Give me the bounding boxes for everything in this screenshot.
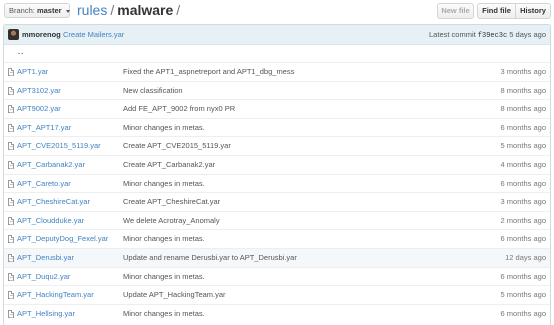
file-age: 6 months ago — [500, 178, 546, 188]
file-row[interactable]: APT_CVE2015_5119.yar Create APT_CVE2015_5… — [4, 136, 550, 155]
file-commit-message[interactable]: Create APT_CVE2015_5119.yar — [123, 137, 231, 155]
file-commit-message[interactable]: Minor changes in metas. — [123, 119, 205, 137]
file-commit-message[interactable]: New classification — [123, 82, 183, 100]
new-file-button[interactable]: New file — [437, 3, 474, 19]
file-name-link[interactable]: APT_CheshireCat.yar — [17, 193, 90, 211]
commit-message[interactable]: Create Mailers.yar — [63, 25, 124, 45]
file-name-link[interactable]: APT1.yar — [17, 63, 48, 81]
file-age: 6 months ago — [500, 122, 546, 132]
file-name-link[interactable]: APT_Carbanak2.yar — [17, 156, 85, 174]
file-name-link[interactable]: APT_APT17.yar — [17, 119, 71, 137]
file-row[interactable]: APT9002.yar Add FE_APT_9002 from nyx0 PR 8… — [4, 99, 550, 118]
breadcrumb-current: malware — [117, 2, 174, 18]
file-icon — [8, 291, 14, 300]
file-commit-message[interactable]: Update and rename Derusbi.yar to APT_Der… — [123, 249, 297, 267]
file-icon — [8, 235, 14, 244]
file-row[interactable]: APT_Careto.yar Minor changes in metas. 6 m… — [4, 173, 550, 193]
file-age: 2 months ago — [500, 215, 546, 225]
find-file-button[interactable]: Find file — [477, 3, 516, 19]
file-icon — [8, 68, 14, 76]
file-commit-message[interactable]: Update APT_HackingTeam.yar — [123, 286, 226, 304]
file-age: 6 months ago — [500, 234, 546, 244]
file-age: 6 months ago — [500, 308, 546, 318]
file-icon — [8, 123, 14, 132]
latest-commit-bar: mmorenog Create Mailers.yar Latest commi… — [4, 25, 550, 45]
file-row[interactable]: APT_CheshireCat.yar Create APT_CheshireCa… — [4, 192, 550, 211]
chevron-down-icon — [65, 9, 70, 13]
file-commit-message[interactable]: Minor changes in metas. — [123, 230, 205, 248]
commit-author[interactable]: mmorenog — [22, 25, 61, 45]
file-commit-message[interactable]: Minor changes in metas. — [123, 175, 205, 193]
file-list: mmorenog Create Mailers.yar Latest commi… — [3, 24, 551, 325]
file-age: 8 months ago — [500, 85, 546, 95]
latest-commit-label: Latest commit — [429, 30, 476, 39]
file-row[interactable]: APT_Derusbi.yar Update and rename Derusbi… — [4, 247, 550, 267]
commit-age: 5 days ago — [509, 30, 546, 39]
file-name-link[interactable]: APT9002.yar — [17, 100, 61, 118]
file-icon — [8, 216, 14, 225]
file-icon — [8, 198, 14, 207]
file-row[interactable]: APT_HackingTeam.yar Update APT_HackingTea… — [4, 285, 550, 304]
file-commit-message[interactable]: Minor changes in metas. — [123, 305, 205, 323]
file-name-link[interactable]: APT_Careto.yar — [17, 175, 71, 193]
file-rows: APT1.yar Fixed the APT1_aspnetreport and … — [4, 62, 550, 322]
file-icon — [8, 160, 14, 169]
file-age: 4 months ago — [500, 159, 546, 169]
file-row[interactable]: APT1.yar Fixed the APT1_aspnetreport and … — [4, 62, 550, 81]
file-age: 5 months ago — [500, 290, 546, 300]
file-age: 6 months ago — [500, 271, 546, 281]
file-row[interactable]: APT_Cloudduke.yar We delete Acrotray_Anom… — [4, 210, 550, 230]
file-commit-message[interactable]: Minor changes in metas. — [123, 268, 205, 286]
parent-directory-row[interactable]: .. — [4, 45, 550, 62]
avatar[interactable] — [8, 29, 19, 40]
file-navigation: Branch: master rules / malware / New file F… — [0, 0, 554, 22]
file-name-link[interactable]: APT_HackingTeam.yar — [17, 286, 94, 304]
file-icon — [8, 105, 14, 114]
latest-commit-info: Latest commit f39ec3c 5 days ago — [429, 25, 546, 46]
file-icon — [8, 272, 14, 281]
file-age: 12 days ago — [505, 252, 546, 262]
file-row[interactable]: APT_Hellsing.yar Minor changes in metas. 6… — [4, 303, 550, 323]
branch-select-button[interactable]: Branch: master — [4, 3, 70, 18]
breadcrumb-separator: / — [110, 2, 115, 18]
file-row[interactable]: APT_DeputyDog_Fexel.yar Minor changes in … — [4, 229, 550, 248]
file-name-link[interactable]: APT3102.yar — [17, 82, 61, 100]
file-icon — [8, 309, 14, 318]
branch-prefix: Branch: — [9, 6, 35, 15]
file-commit-message[interactable]: Fixed the APT1_aspnetreport and APT1_dbg… — [123, 63, 294, 81]
file-commit-message[interactable]: Create APT_Carbanak2.yar — [123, 156, 215, 174]
breadcrumb: rules / malware / — [77, 1, 183, 19]
file-age: 3 months ago — [500, 197, 546, 207]
branch-name: master — [36, 6, 62, 15]
file-icon — [8, 86, 14, 95]
file-name-link[interactable]: APT_DeputyDog_Fexel.yar — [17, 230, 108, 248]
file-row[interactable]: APT_Duqu2.yar Minor changes in metas. 6 mo… — [4, 266, 550, 286]
file-icon — [8, 179, 14, 188]
breadcrumb-trailing-separator: / — [176, 2, 181, 18]
file-commit-message[interactable]: We delete Acrotray_Anomaly — [123, 212, 220, 230]
file-row[interactable]: APT_Carbanak2.yar Create APT_Carbanak2.ya… — [4, 154, 550, 174]
file-age: 3 months ago — [500, 67, 546, 76]
history-button[interactable]: History — [515, 3, 551, 19]
file-name-link[interactable]: APT_Hellsing.yar — [17, 305, 75, 323]
parent-directory-link[interactable]: .. — [18, 45, 24, 59]
file-name-link[interactable]: APT_Cloudduke.yar — [17, 212, 84, 230]
file-row[interactable]: APT_APT17.yar Minor changes in metas. 6 mo… — [4, 117, 550, 137]
file-name-link[interactable]: APT_Duqu2.yar — [17, 268, 70, 286]
file-commit-message[interactable]: Create APT_CheshireCat.yar — [123, 193, 220, 211]
file-age: 8 months ago — [500, 104, 546, 114]
file-name-link[interactable]: APT_CVE2015_5119.yar — [17, 137, 101, 155]
file-row[interactable]: APT3102.yar New classification 8 months ag… — [4, 80, 550, 100]
file-commit-message[interactable]: Add FE_APT_9002 from nyx0 PR — [123, 100, 235, 118]
file-age: 5 months ago — [500, 141, 546, 151]
commit-sha[interactable]: f39ec3c — [478, 32, 507, 40]
breadcrumb-repo-link[interactable]: rules — [77, 2, 107, 18]
file-name-link[interactable]: APT_Derusbi.yar — [17, 249, 74, 267]
file-icon — [8, 142, 14, 151]
file-icon — [8, 253, 14, 262]
